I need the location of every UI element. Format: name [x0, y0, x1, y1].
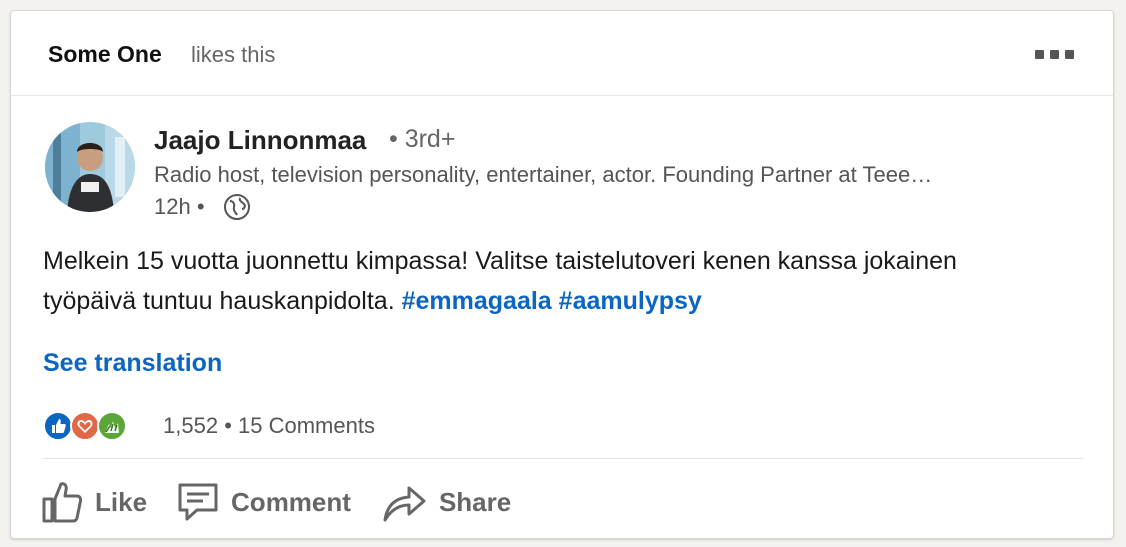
post-time: 12h •: [154, 194, 205, 219]
comment-button[interactable]: Comment: [177, 482, 351, 522]
more-dot: [1050, 49, 1059, 59]
social-actions-bar: Like Comment Share: [41, 477, 541, 527]
comments-count-link[interactable]: 15 Comments: [238, 413, 375, 438]
share-button[interactable]: Share: [381, 482, 511, 522]
author-avatar[interactable]: [45, 122, 135, 212]
like-reaction-icon: [43, 411, 73, 441]
see-translation-link[interactable]: See translation: [43, 349, 222, 378]
activity-header: Some One likes this: [11, 11, 1113, 96]
hashtag-link[interactable]: #emmagaala: [402, 287, 552, 315]
love-reaction-icon: [70, 411, 100, 441]
share-label: Share: [438, 486, 512, 517]
connection-degree: • 3rd+: [389, 125, 456, 153]
avatar-photo: [45, 122, 135, 212]
reaction-icons[interactable]: [43, 410, 127, 442]
post-body: Melkein 15 vuotta juonnettu kimpassa! Va…: [43, 241, 1053, 321]
actions-divider: [43, 458, 1083, 459]
activity-actor-name[interactable]: Some One: [48, 41, 162, 68]
share-arrow-icon: [383, 486, 426, 522]
author-headline: Radio host, television personality, ente…: [154, 162, 933, 187]
comment-label: Comment: [231, 486, 351, 517]
celebrate-reaction-icon: [97, 411, 127, 441]
like-label: Like: [95, 486, 148, 517]
activity-action-text: likes this: [191, 42, 276, 67]
more-dot: [1035, 49, 1044, 59]
hashtag-link[interactable]: #aamulypsy: [559, 287, 702, 315]
feed-post-card: Some One likes this Jaajo Linnonmaa • 3r…: [10, 10, 1114, 539]
like-button[interactable]: Like: [41, 480, 147, 524]
author-name[interactable]: Jaajo Linnonmaa: [154, 125, 366, 156]
more-options-button[interactable]: [1035, 47, 1081, 61]
counts-separator: •: [224, 413, 232, 438]
globe-icon: [224, 194, 250, 220]
social-counts: 1,552 • 15 Comments: [163, 413, 375, 439]
comment-icon: [178, 483, 218, 521]
thumbs-up-icon: [42, 482, 83, 523]
reaction-count[interactable]: 1,552: [163, 413, 218, 438]
more-dot: [1065, 49, 1074, 59]
